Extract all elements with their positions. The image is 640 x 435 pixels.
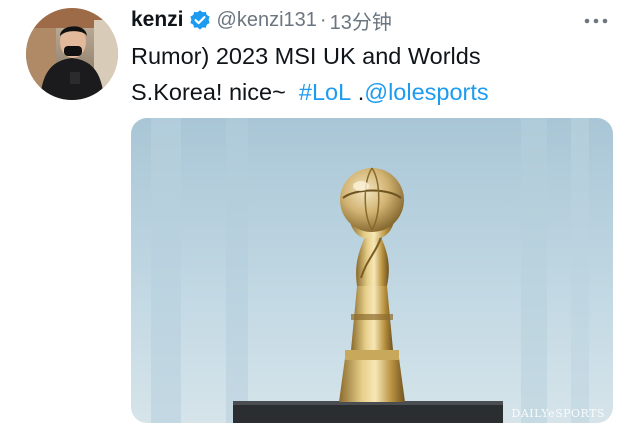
tweet-text-plain: S.Korea! nice~ — [131, 79, 286, 105]
tweet-text-line-1: Rumor) 2023 MSI UK and Worlds — [131, 43, 481, 69]
more-options-icon[interactable] — [584, 12, 608, 24]
separator-dot: · — [319, 8, 327, 31]
handle[interactable]: @kenzi131 — [217, 9, 317, 32]
tweet-header: kenzi @kenzi131 · 13分钟 — [131, 6, 392, 34]
mention-link[interactable]: @lolesports — [364, 79, 488, 105]
tweet-text-line-2: S.Korea! nice~ #LoL .@lolesports — [131, 74, 611, 110]
media-watermark: DAILYeSPORTS — [511, 407, 605, 420]
media-photo[interactable]: DAILYeSPORTS — [131, 118, 613, 423]
avatar-photo-icon — [26, 8, 118, 100]
trophy-photo-icon — [131, 118, 613, 423]
display-name[interactable]: kenzi — [131, 8, 184, 32]
verified-badge-icon — [189, 9, 211, 31]
tweet[interactable]: kenzi @kenzi131 · 13分钟 Rumor) 2023 MSI U… — [0, 0, 640, 435]
timestamp[interactable]: 13分钟 — [330, 6, 392, 35]
hashtag-link[interactable]: #LoL — [299, 79, 351, 105]
avatar[interactable] — [26, 8, 118, 100]
tweet-text: Rumor) 2023 MSI UK and Worlds S.Korea! n… — [131, 38, 611, 110]
